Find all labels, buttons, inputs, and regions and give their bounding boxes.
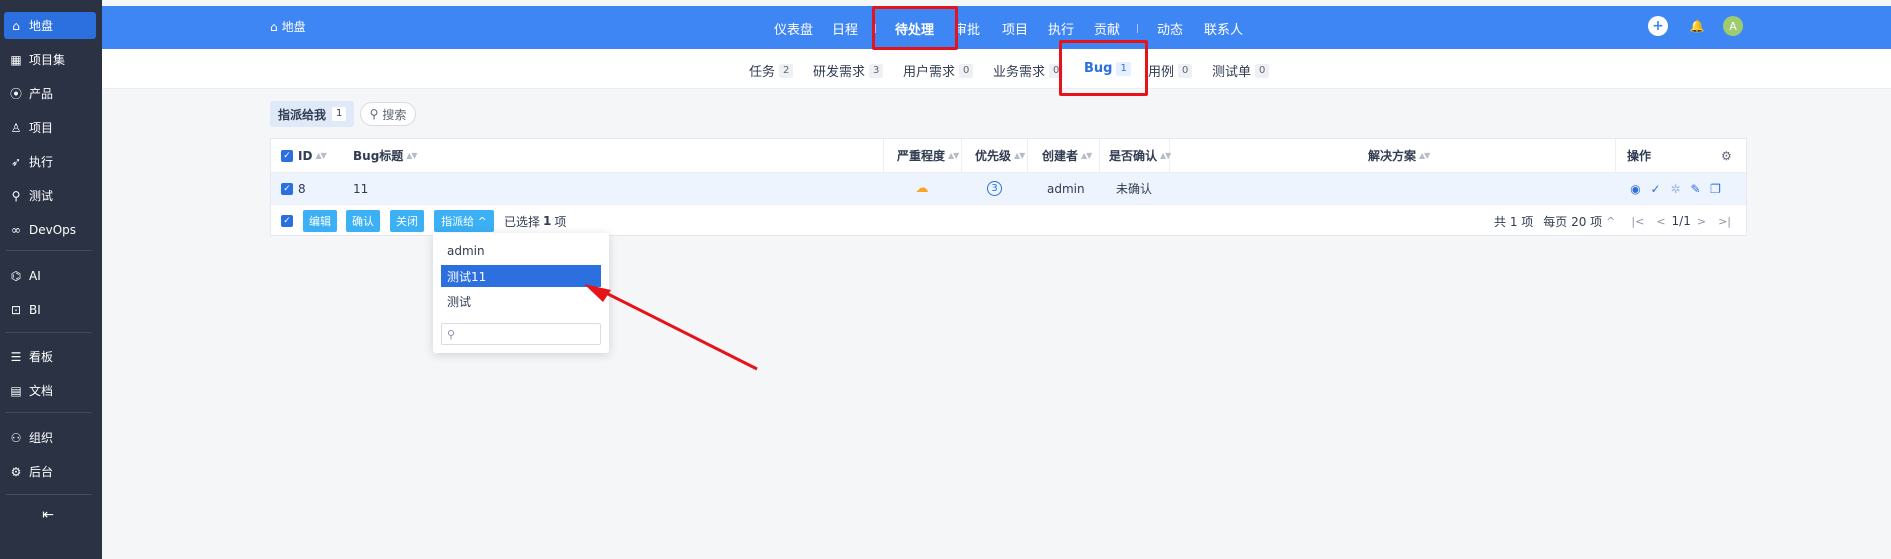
annotation-arrow-head [584, 284, 611, 302]
annotation-arrow-line [599, 288, 758, 371]
annotation-arrow [584, 284, 758, 371]
